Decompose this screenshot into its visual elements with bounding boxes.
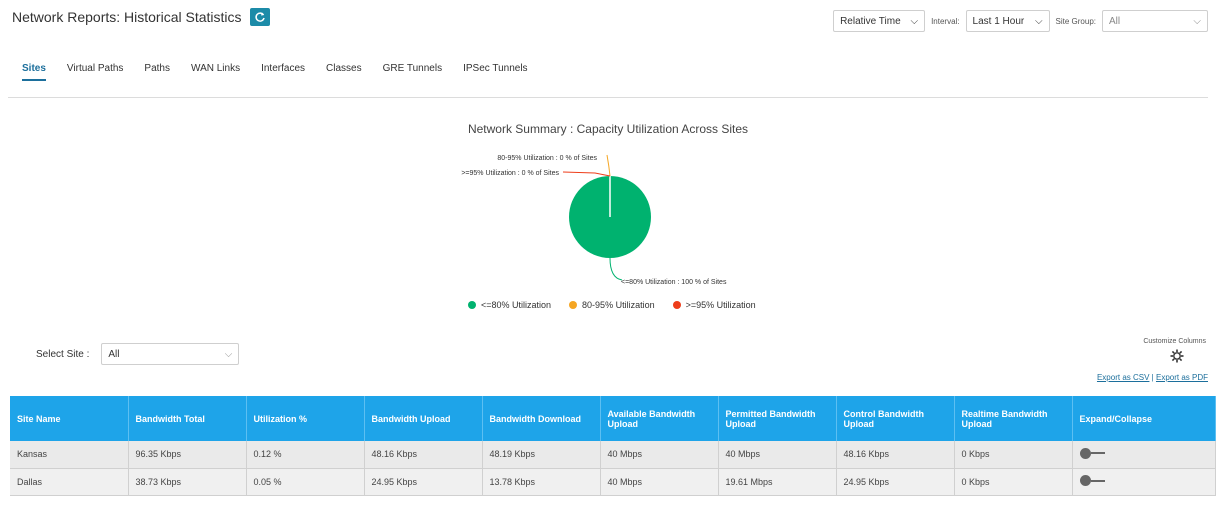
legend-label: 80-95% Utilization — [582, 300, 655, 310]
column-header[interactable]: Realtime Bandwidth Upload — [954, 396, 1073, 441]
customize-columns-label: Customize Columns — [1143, 338, 1206, 345]
column-header[interactable]: Site Name — [10, 396, 129, 441]
customize-columns[interactable]: Customize Columns — [1143, 338, 1206, 369]
legend-label: <=80% Utilization — [481, 300, 552, 310]
table-cell: 38.73 Kbps — [128, 468, 247, 496]
column-header[interactable]: Permitted Bandwidth Upload — [718, 396, 837, 441]
table-cell: 0 Kbps — [954, 441, 1073, 469]
table-cell: 13.78 Kbps — [482, 468, 601, 496]
leader-line — [606, 154, 611, 177]
table-cell: 24.95 Kbps — [364, 468, 483, 496]
slice-data-label: >=95% Utilization : 0 % of Sites — [461, 170, 559, 177]
column-header[interactable]: Bandwidth Upload — [364, 396, 483, 441]
site-select[interactable]: All ⌵ — [101, 343, 240, 365]
column-header[interactable]: Utilization % — [246, 396, 365, 441]
slice-data-label: <=80% Utilization : 100 % of Sites — [621, 279, 727, 286]
column-header[interactable]: Bandwidth Total — [128, 396, 247, 441]
table-row: Kansas 96.35 Kbps 0.12 % 48.16 Kbps 48.1… — [10, 441, 1216, 469]
column-header[interactable]: Available Bandwidth Upload — [600, 396, 719, 441]
table-cell — [1072, 441, 1216, 469]
legend-dot-icon — [569, 301, 578, 309]
legend-item-low[interactable]: <=80% Utilization — [468, 300, 551, 310]
legend-dot-icon — [672, 301, 681, 309]
expand-collapse-toggle[interactable] — [1079, 475, 1105, 486]
expand-collapse-toggle[interactable] — [1079, 447, 1105, 459]
site-select-value: All — [108, 348, 120, 360]
table-cell: 0.05 % — [246, 468, 365, 496]
table-cell: 40 Mbps — [600, 468, 719, 496]
table-cell — [1072, 468, 1216, 496]
leader-line — [562, 171, 611, 177]
legend-label: >=95% Utilization — [685, 300, 756, 310]
table-row: Dallas 38.73 Kbps 0.05 % 24.95 Kbps 13.7… — [10, 468, 1216, 496]
utilization-pie-chart: 80-95% Utilization : 0 % of Sites >=95% U… — [461, 154, 727, 286]
column-header[interactable]: Control Bandwidth Upload — [836, 396, 955, 441]
table-cell: 0 Kbps — [954, 468, 1073, 496]
site-filter-label: Select Site : — [36, 348, 90, 360]
export-csv-link[interactable]: Export as CSV — [1097, 373, 1149, 382]
column-header[interactable]: Bandwidth Download — [482, 396, 601, 441]
table-cell: Kansas — [10, 441, 129, 469]
table-cell: 48.16 Kbps — [836, 441, 955, 469]
table-cell: 40 Mbps — [600, 441, 719, 469]
table-cell: 0.12 % — [246, 441, 365, 469]
site-filter: Select Site : All ⌵ — [36, 343, 240, 365]
table-cell: 48.16 Kbps — [364, 441, 483, 469]
leader-line — [609, 257, 623, 281]
chart-legend: <=80% Utilization 80-95% Utilization >=9… — [468, 300, 756, 310]
legend-item-mid[interactable]: 80-95% Utilization — [569, 300, 655, 310]
export-separator: | — [1151, 373, 1154, 382]
gear-icon[interactable] — [1170, 349, 1184, 363]
table-header-row: Site Name Bandwidth Total Utilization % … — [10, 396, 1216, 441]
chevron-down-icon: ⌵ — [224, 348, 233, 360]
table-cell: 96.35 Kbps — [128, 441, 247, 469]
table-cell: 40 Mbps — [718, 441, 837, 469]
legend-item-high[interactable]: >=95% Utilization — [672, 300, 756, 310]
column-header[interactable]: Expand/Collapse — [1072, 396, 1216, 441]
table-cell: 24.95 Kbps — [836, 468, 955, 496]
export-pdf-link[interactable]: Export as PDF — [1156, 373, 1208, 382]
table-cell: 19.61 Mbps — [718, 468, 837, 496]
slice-data-label: 80-95% Utilization : 0 % of Sites — [497, 155, 597, 162]
table-cell: Dallas — [10, 468, 129, 496]
export-links: Export as CSV | Export as PDF — [1097, 373, 1208, 382]
table-cell: 48.19 Kbps — [482, 441, 601, 469]
sites-table: Site Name Bandwidth Total Utilization % … — [10, 396, 1216, 496]
legend-dot-icon — [468, 301, 476, 309]
